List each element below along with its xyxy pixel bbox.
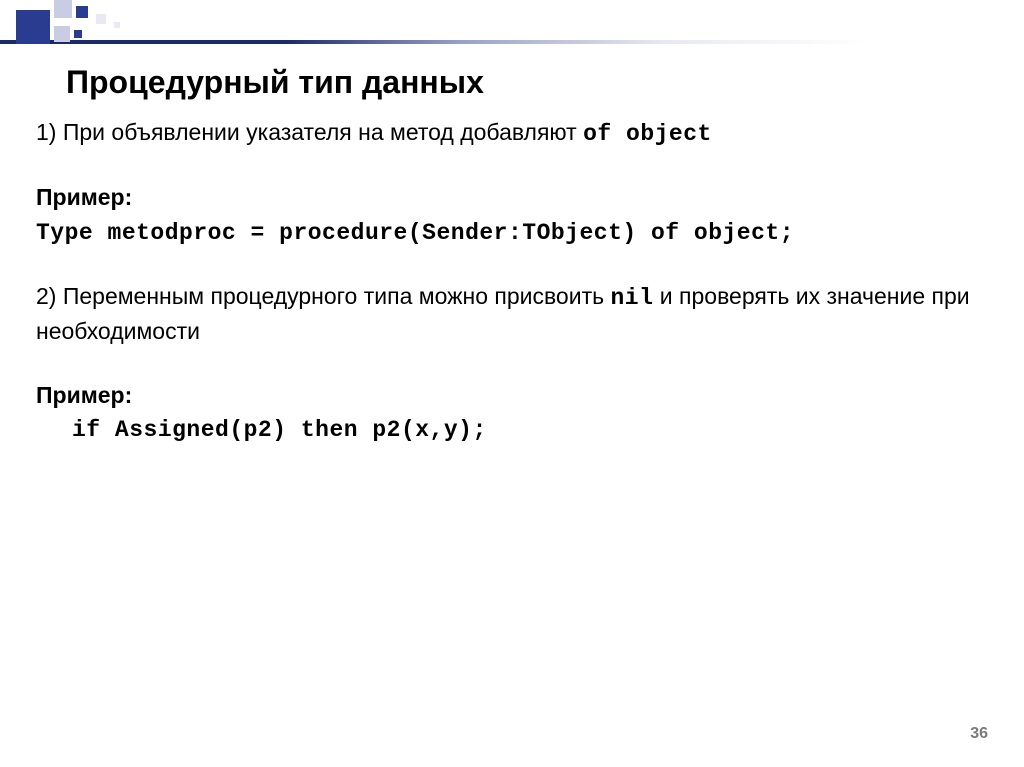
square-icon bbox=[54, 26, 70, 42]
square-icon bbox=[114, 22, 120, 28]
text: 1) При объявлении указателя на метод доб… bbox=[36, 119, 583, 145]
square-icon bbox=[96, 14, 106, 24]
example-block-1: Пример: Type metodproc = procedure(Sende… bbox=[36, 181, 988, 250]
example-label: Пример: bbox=[36, 184, 132, 210]
square-icon bbox=[16, 10, 50, 44]
code-inline: of object bbox=[583, 121, 712, 147]
square-icon bbox=[76, 6, 88, 18]
slide: Процедурный тип данных 1) При объявлении… bbox=[0, 0, 1024, 767]
example-label: Пример: bbox=[36, 382, 132, 408]
paragraph-1: 1) При объявлении указателя на метод доб… bbox=[36, 116, 988, 151]
gradient-bar bbox=[0, 40, 1024, 44]
text: 2) Переменным процедурного типа можно пр… bbox=[36, 283, 610, 309]
slide-body: 1) При объявлении указателя на метод доб… bbox=[36, 116, 988, 477]
code-line: if Assigned(p2) then p2(x,y); bbox=[36, 417, 487, 443]
square-icon bbox=[54, 0, 72, 18]
code-line: Type metodproc = procedure(Sender:TObjec… bbox=[36, 220, 794, 246]
slide-title: Процедурный тип данных bbox=[66, 64, 484, 101]
page-number: 36 bbox=[970, 725, 988, 743]
example-block-2: Пример: if Assigned(p2) then p2(x,y); bbox=[36, 379, 988, 448]
square-icon bbox=[74, 30, 82, 38]
header-decoration bbox=[0, 0, 1024, 48]
paragraph-2: 2) Переменным процедурного типа можно пр… bbox=[36, 280, 988, 349]
code-inline: nil bbox=[610, 285, 653, 311]
